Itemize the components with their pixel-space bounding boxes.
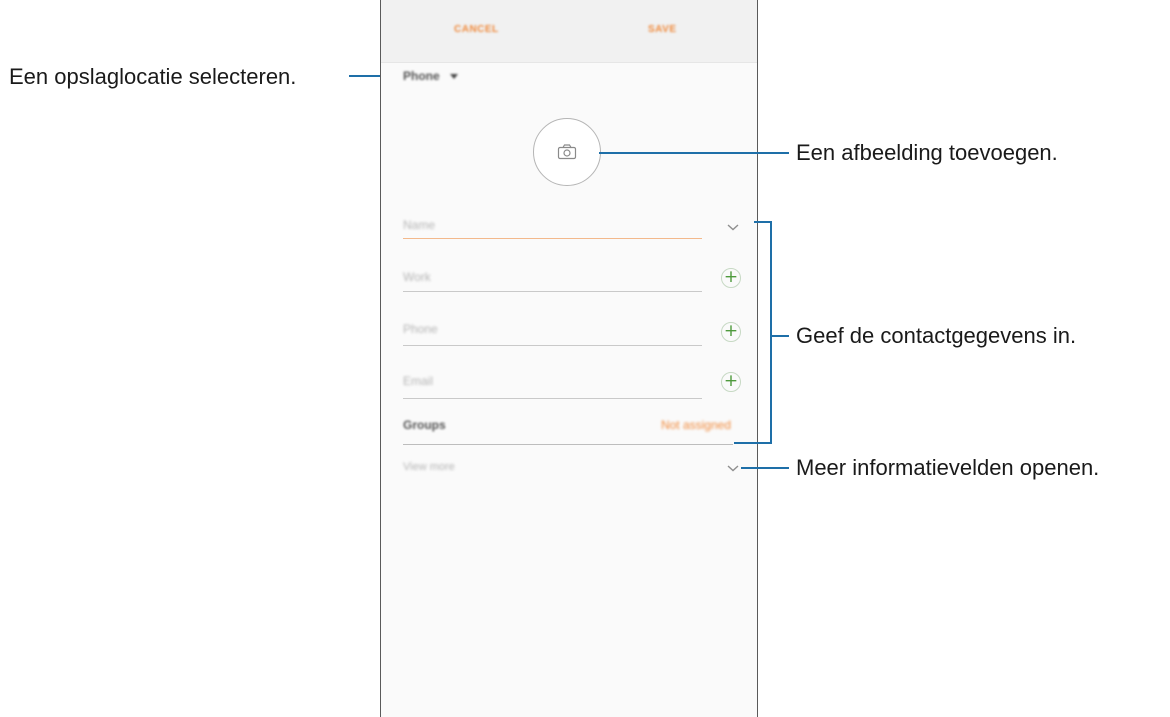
callout-more: Meer informatievelden openen. xyxy=(796,455,1100,480)
add-email-button[interactable]: + xyxy=(721,372,741,392)
plus-icon: + xyxy=(723,267,739,287)
phone-screen: CANCEL SAVE Phone Name Work + Phone + Em… xyxy=(380,0,758,717)
action-bar: CANCEL SAVE xyxy=(381,0,757,63)
callout-image: Een afbeelding toevoegen. xyxy=(796,140,1058,165)
callout-line-image xyxy=(599,152,789,154)
phone-field-underline xyxy=(403,345,702,346)
save-button[interactable]: SAVE xyxy=(648,24,677,35)
chevron-down-icon[interactable] xyxy=(725,462,741,474)
add-phone-button[interactable]: + xyxy=(721,322,741,342)
view-more-button[interactable]: View more xyxy=(403,461,455,473)
email-field-underline xyxy=(403,398,702,399)
groups-label: Groups xyxy=(403,418,446,432)
name-field[interactable]: Name xyxy=(403,218,435,232)
plus-icon: + xyxy=(723,371,739,391)
chevron-down-icon[interactable] xyxy=(725,221,741,233)
email-field[interactable]: Email xyxy=(403,374,433,388)
groups-underline xyxy=(403,444,733,445)
add-picture-button[interactable] xyxy=(533,118,601,186)
plus-icon: + xyxy=(723,321,739,341)
callout-line-contact xyxy=(770,335,789,337)
work-field[interactable]: Work xyxy=(403,270,431,284)
work-field-underline xyxy=(403,291,702,292)
callout-storage: Een opslaglocatie selecteren. xyxy=(9,64,297,89)
bracket-bottom xyxy=(734,442,772,444)
storage-location-value: Phone xyxy=(403,69,440,83)
storage-location-dropdown[interactable]: Phone xyxy=(403,68,458,84)
bracket-vertical xyxy=(770,221,772,444)
caret-down-icon xyxy=(449,73,458,79)
groups-value[interactable]: Not assigned xyxy=(661,418,731,432)
name-field-underline xyxy=(403,238,702,239)
add-work-button[interactable]: + xyxy=(721,268,741,288)
camera-icon xyxy=(557,144,577,160)
cancel-button[interactable]: CANCEL xyxy=(454,24,499,35)
callout-contact: Geef de contactgegevens in. xyxy=(796,323,1077,348)
phone-field[interactable]: Phone xyxy=(403,322,438,336)
callout-line-more xyxy=(741,467,789,469)
